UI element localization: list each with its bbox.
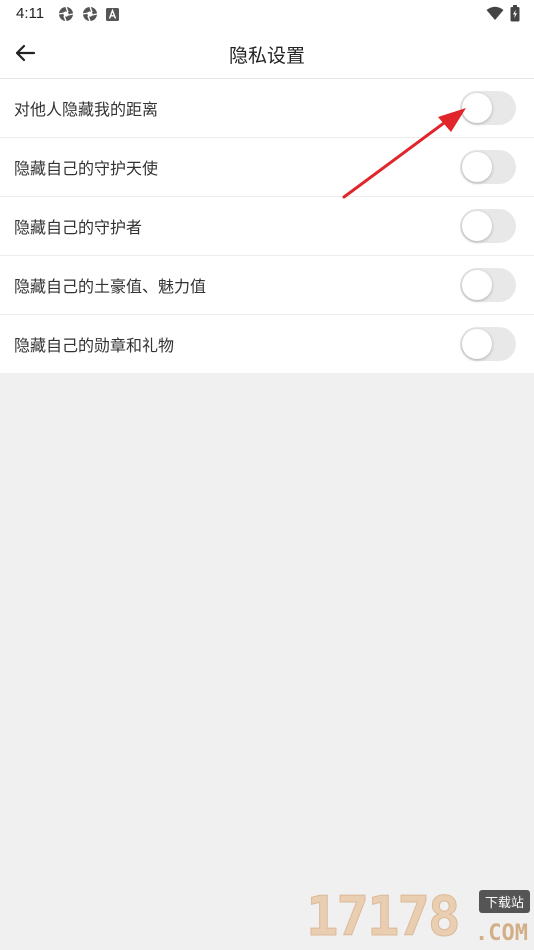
aperture-icon xyxy=(58,6,74,22)
status-time: 4:11 xyxy=(16,5,45,22)
setting-hide-wealth-charm: 隐藏自己的土豪值、魅力值 xyxy=(0,256,534,315)
toggle-knob xyxy=(462,270,492,300)
settings-list: 对他人隐藏我的距离 隐藏自己的守护天使 隐藏自己的守护者 隐藏自己的土豪值、魅力… xyxy=(0,79,534,373)
hide-wealth-charm-toggle[interactable] xyxy=(460,268,516,302)
aperture-icon xyxy=(82,6,98,22)
setting-hide-guardian: 隐藏自己的守护者 xyxy=(0,197,534,256)
watermark-suffix: .COM xyxy=(475,921,528,946)
page-title: 隐私设置 xyxy=(228,45,305,67)
privacy-settings-screen: 4:11 隐私设置 对他人隐藏我的距离 隐藏自己的守护天使 隐藏自己的守护者 隐… xyxy=(0,0,534,950)
status-icons-left xyxy=(58,6,119,22)
setting-label: 隐藏自己的守护天使 xyxy=(14,159,159,178)
hide-guardian-toggle[interactable] xyxy=(460,209,516,243)
hide-medals-gifts-toggle[interactable] xyxy=(460,327,516,361)
hide-distance-toggle[interactable] xyxy=(460,91,516,125)
toggle-knob xyxy=(462,211,492,241)
setting-label: 隐藏自己的土豪值、魅力值 xyxy=(14,277,207,296)
hide-guardian-angel-toggle[interactable] xyxy=(460,150,516,184)
setting-label: 隐藏自己的守护者 xyxy=(14,218,143,237)
font-icon xyxy=(106,7,119,21)
setting-hide-distance: 对他人隐藏我的距离 xyxy=(0,79,534,138)
status-bar: 4:11 xyxy=(0,0,534,28)
battery-icon xyxy=(510,5,520,22)
wifi-icon xyxy=(486,6,504,20)
status-icons-right xyxy=(486,5,520,22)
site-watermark: 17178 下载站 .COM xyxy=(306,885,532,950)
toggle-knob xyxy=(462,93,492,123)
toggle-knob xyxy=(462,329,492,359)
watermark-badge: 下载站 xyxy=(478,890,530,913)
setting-hide-medals-gifts: 隐藏自己的勋章和礼物 xyxy=(0,315,534,373)
setting-label: 隐藏自己的勋章和礼物 xyxy=(14,336,175,355)
watermark-digits: 17178 xyxy=(306,885,462,949)
toggle-knob xyxy=(462,152,492,182)
app-bar: 隐私设置 xyxy=(0,28,534,79)
setting-label: 对他人隐藏我的距离 xyxy=(14,100,159,119)
setting-hide-guardian-angel: 隐藏自己的守护天使 xyxy=(0,138,534,197)
